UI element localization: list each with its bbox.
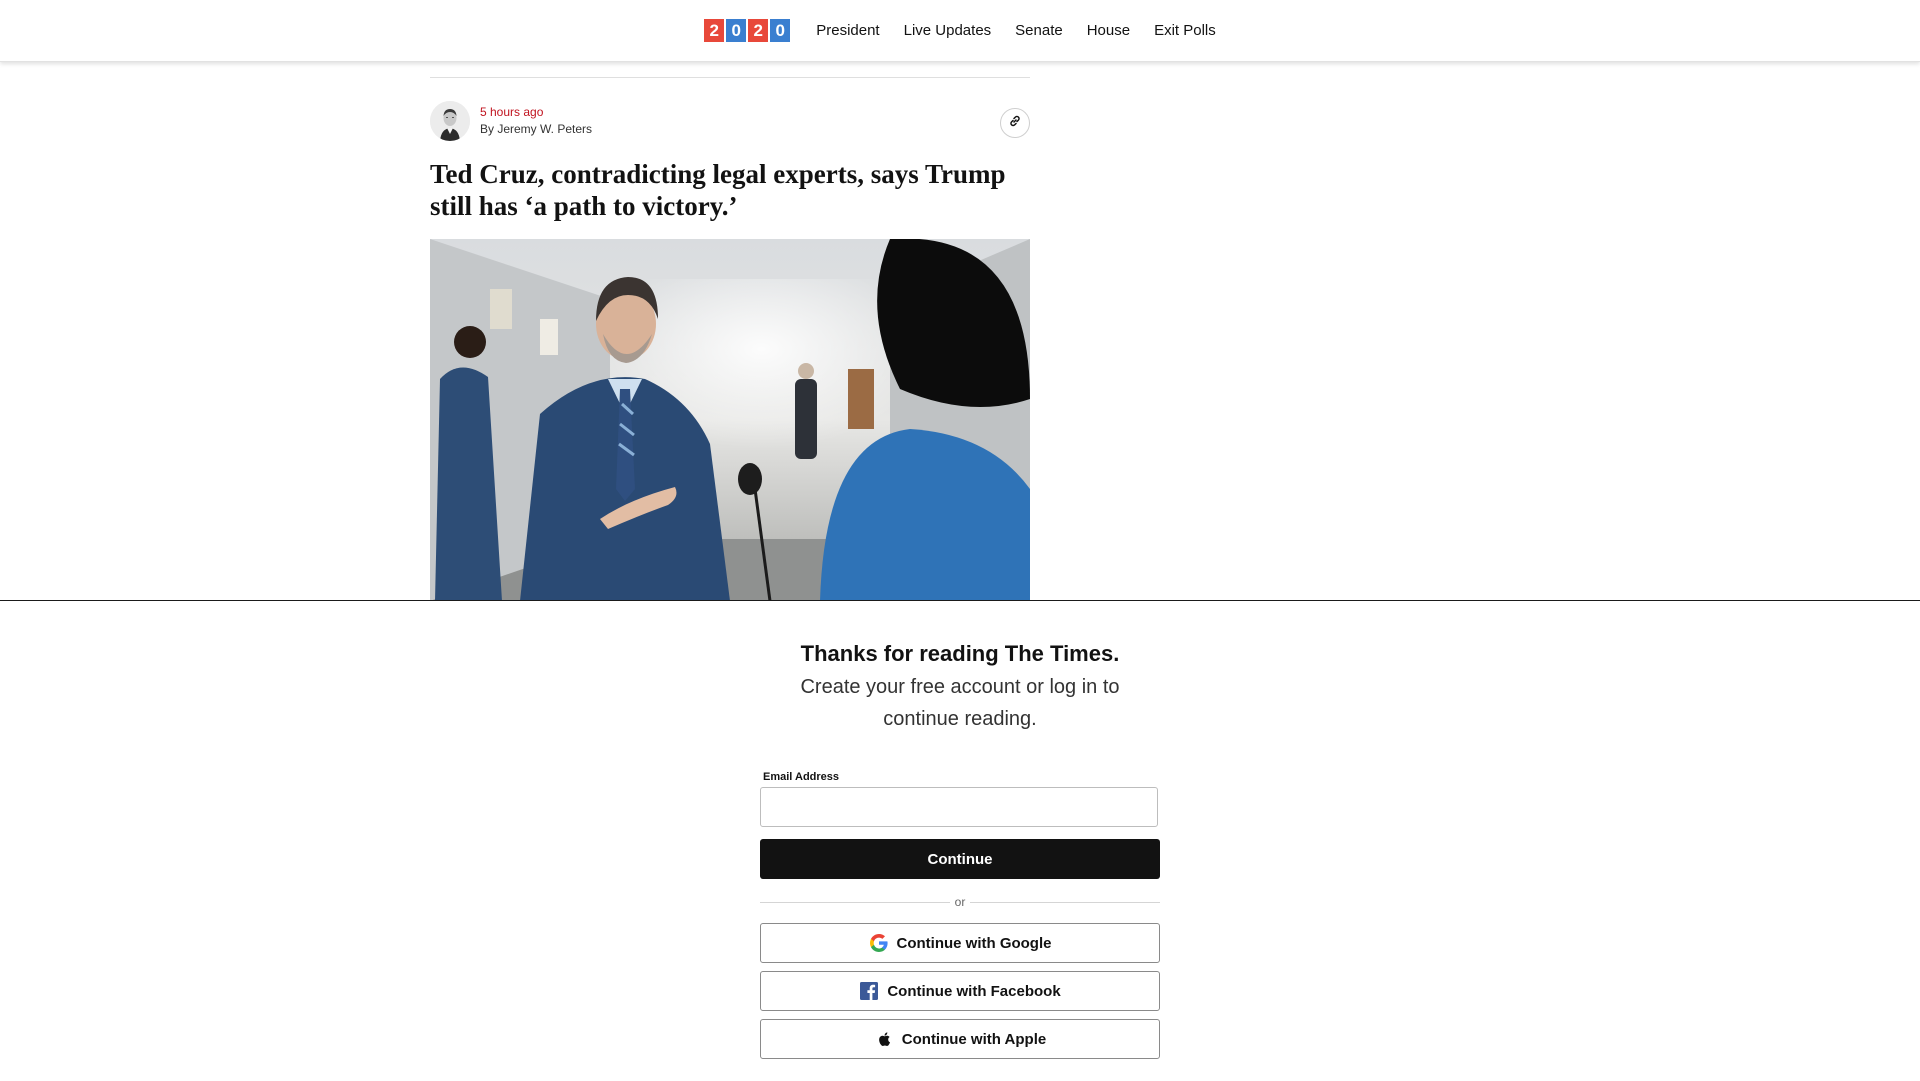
email-field[interactable] [760, 787, 1158, 827]
article-meta: 5 hours ago By Jeremy W. Peters [430, 78, 1030, 158]
google-icon [869, 933, 889, 953]
nav-link-live-updates[interactable]: Live Updates [904, 22, 992, 39]
logo-digit: 0 [770, 19, 791, 42]
election-2020-logo[interactable]: 2 0 2 0 [704, 19, 791, 42]
apple-button-label: Continue with Apple [901, 1030, 1047, 1048]
continue-button[interactable]: Continue [760, 839, 1160, 879]
nav-link-exit-polls[interactable]: Exit Polls [1154, 22, 1216, 39]
logo-digit: 2 [704, 19, 725, 42]
nav-link-president[interactable]: President [816, 22, 879, 39]
gate-subtitle: Create your free account or log in to co… [800, 676, 1120, 730]
article-card: 5 hours ago By Jeremy W. Peters Ted Cruz… [430, 77, 1030, 601]
logo-digit: 2 [748, 19, 769, 42]
timestamp: 5 hours ago [480, 105, 544, 119]
link-icon [1008, 114, 1022, 133]
continue-with-facebook-button[interactable]: Continue with Facebook [760, 971, 1160, 1011]
registration-gate: Thanks for reading The Times. Create you… [0, 600, 1920, 1081]
copy-link-button[interactable] [1000, 108, 1030, 138]
byline[interactable]: By Jeremy W. Peters [480, 122, 592, 136]
top-navigation: 2 0 2 0 President Live Updates Senate Ho… [0, 0, 1920, 62]
facebook-button-label: Continue with Facebook [887, 982, 1061, 1000]
article-photo [430, 239, 1030, 601]
nav-link-senate[interactable]: Senate [1015, 22, 1063, 39]
continue-with-google-button[interactable]: Continue with Google [760, 923, 1160, 963]
or-divider: or [760, 895, 1160, 909]
apple-icon [874, 1029, 894, 1049]
google-button-label: Continue with Google [896, 934, 1052, 952]
author-avatar[interactable] [430, 101, 470, 141]
continue-with-apple-button[interactable]: Continue with Apple [760, 1019, 1160, 1059]
nav-link-house[interactable]: House [1087, 22, 1130, 39]
article-headline[interactable]: Ted Cruz, contradicting legal experts, s… [430, 158, 1030, 222]
logo-digit: 0 [726, 19, 747, 42]
facebook-icon [859, 981, 879, 1001]
gate-title: Thanks for reading The Times. [800, 641, 1120, 666]
email-label: Email Address [763, 771, 840, 783]
